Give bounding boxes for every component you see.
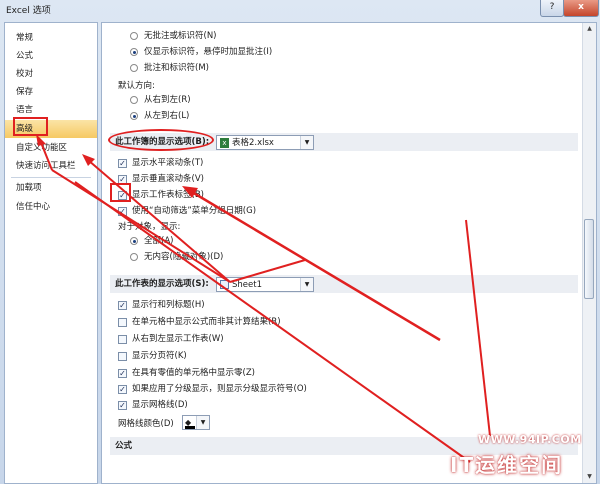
arrow-to-worksheet-options — [229, 259, 306, 283]
arrow-to-sidebar — [51, 169, 231, 283]
arrow-to-quick-access — [87, 159, 231, 283]
watermark-url: WWW.94IP.COM — [478, 433, 582, 446]
excel-options-dialog: Excel 选项 ? x 常规 公式 校对 保存 语言 高级 自定义功能区 快速… — [0, 0, 600, 484]
arrowhead — [182, 186, 198, 198]
annotation-arrows — [36, 134, 491, 463]
watermark-name: IT运维空间 — [450, 453, 564, 477]
arrowhead — [36, 134, 46, 146]
arrow-to-sheet-tabs — [191, 190, 441, 342]
arrow-vertical — [465, 219, 491, 437]
